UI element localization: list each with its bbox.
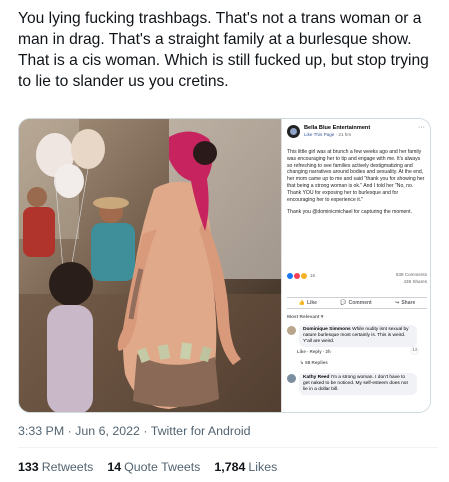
tweet-text: You lying fucking trashbags. That's not …: [18, 10, 429, 90]
tweet-media[interactable]: Bella Blue Entertainment Like This Page …: [18, 118, 431, 413]
fb-post-stats: 1K 638 Comments 436 Shares: [287, 272, 427, 290]
sort-comments-label: Most Relevant ▾: [287, 315, 324, 320]
comments-count: 638 Comments: [395, 272, 427, 277]
replies-count: 58 Replies: [305, 360, 328, 365]
like-reaction-icon: [287, 273, 293, 280]
commenter-avatar: [287, 326, 296, 335]
fb-comment-action: 💬 Comment: [340, 300, 371, 307]
sort-label-text: Most Relevant: [287, 315, 320, 320]
comment-icon: 💬: [340, 299, 347, 306]
burlesque-photo: [19, 119, 281, 412]
fb-post-meta: Like This Page · 21 hrs: [304, 132, 352, 137]
share-icon: ↪: [395, 299, 400, 306]
likes-stat[interactable]: 1,784 Likes: [214, 460, 277, 474]
quote-tweets-stat[interactable]: 14 Quote Tweets: [107, 460, 200, 474]
divider: [18, 447, 438, 448]
reaction-count: 1K: [310, 273, 316, 278]
reactions-summary: 1K: [287, 273, 316, 280]
commenter-name: Kathy Reed: [303, 375, 330, 380]
like-label: Like: [306, 299, 317, 306]
comment-bubble: Kathy Reed I'm a strong woman. I don't h…: [299, 373, 417, 395]
retweets-label: Retweets: [41, 460, 94, 474]
comment-actions: Like · Reply · 2h: [297, 349, 331, 354]
likes-count: 1,784: [214, 460, 246, 474]
shares-count: 436 Shares: [403, 279, 428, 284]
facebook-post-screenshot: Bella Blue Entertainment Like This Page …: [281, 119, 430, 412]
tweet-timestamp[interactable]: 3:33 PM · Jun 6, 2022 · Twitter for Andr…: [18, 424, 251, 438]
haha-reaction-icon: [301, 273, 307, 280]
fb-post-paragraph: This little girl was at brunch a few wee…: [287, 149, 425, 203]
tweet-engagement-stats: 133 Retweets 14 Quote Tweets 1,784 Likes: [18, 460, 277, 474]
page-avatar: [287, 125, 300, 138]
quote-tweets-count: 14: [107, 460, 122, 474]
comment-label: Comment: [348, 299, 372, 306]
like-page-link: Like This Page: [304, 132, 335, 137]
love-reaction-icon: [294, 273, 300, 280]
fb-share-action: ↪ Share: [395, 300, 415, 307]
commenter-name: Dominique Simmons: [303, 327, 351, 332]
like-icon: 👍: [298, 299, 305, 306]
retweets-count: 133: [18, 460, 39, 474]
quote-tweets-label: Quote Tweets: [124, 460, 201, 474]
fb-post-paragraph: Thank you @dominicmichael for capturing …: [287, 209, 412, 216]
fb-post-time: 21 hrs: [338, 132, 352, 137]
fb-like-action: 👍 Like: [299, 300, 317, 307]
commenter-avatar: [287, 374, 296, 383]
fb-page-name: Bella Blue Entertainment: [304, 125, 371, 131]
likes-label: Likes: [248, 460, 278, 474]
retweets-stat[interactable]: 133 Retweets: [18, 460, 93, 474]
share-label: Share: [401, 299, 416, 306]
fb-post-body: This little girl was at brunch a few wee…: [287, 149, 425, 222]
comment-replies-link: ↳ 58 Replies: [300, 360, 328, 365]
fb-post-actions: 👍 Like 💬 Comment ↪ Share: [287, 297, 427, 309]
comment-bubble: Dominique Simmons While nudity isnt sexu…: [299, 325, 417, 347]
more-options-icon: ···: [418, 124, 425, 131]
fb-post-header: Bella Blue Entertainment Like This Page …: [287, 124, 427, 142]
comment-reaction-count: 14: [411, 347, 418, 354]
